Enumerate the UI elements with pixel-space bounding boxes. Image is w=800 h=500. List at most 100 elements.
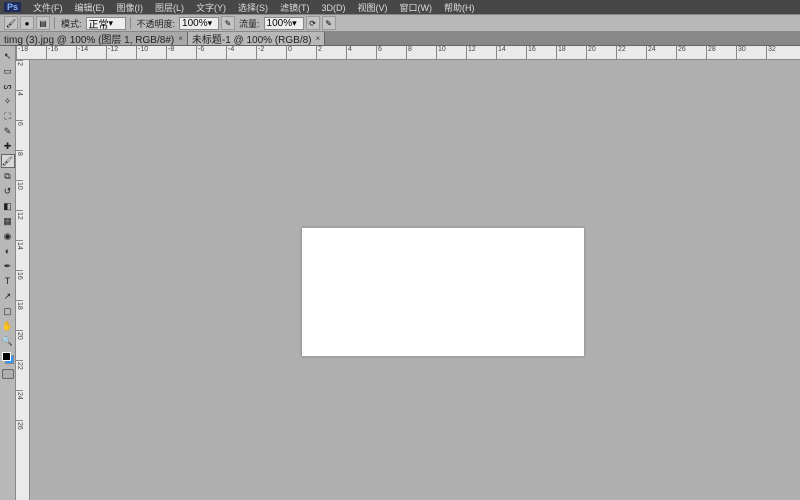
menu-item[interactable]: 图层(L) bbox=[149, 3, 190, 13]
separator bbox=[54, 17, 55, 29]
ruler-tick: 2 bbox=[16, 60, 23, 90]
blur-tool[interactable]: ◉ bbox=[1, 229, 15, 243]
ruler-tick: 22 bbox=[616, 46, 646, 59]
ruler-tick: 26 bbox=[16, 420, 23, 450]
menu-item[interactable]: 文字(Y) bbox=[190, 3, 232, 13]
ruler-tick: -16 bbox=[46, 46, 76, 59]
airbrush-icon[interactable]: ⟳ bbox=[306, 16, 320, 30]
brush-panel-icon[interactable]: ▤ bbox=[36, 16, 50, 30]
ruler-tick: 2 bbox=[316, 46, 346, 59]
ruler-tick: 12 bbox=[466, 46, 496, 59]
flow-input[interactable]: 100% ▾ bbox=[264, 17, 304, 30]
ruler-tick: 22 bbox=[16, 360, 23, 390]
ruler-tick: 4 bbox=[16, 90, 23, 120]
hand-tool[interactable]: ✋ bbox=[1, 319, 15, 333]
healing-tool[interactable]: ✚ bbox=[1, 139, 15, 153]
move-tool[interactable]: ↖ bbox=[1, 49, 15, 63]
document-tab[interactable]: timg (3).jpg @ 100% (图层 1, RGB/8#) × bbox=[0, 32, 188, 45]
pressure-size-icon[interactable]: ✎ bbox=[322, 16, 336, 30]
horizontal-ruler: -18-16-14-12-10-8-6-4-202468101214161820… bbox=[16, 46, 800, 60]
mode-select[interactable]: 正常 ▾ bbox=[86, 17, 126, 30]
ruler-tick: -12 bbox=[106, 46, 136, 59]
menu-item[interactable]: 3D(D) bbox=[316, 3, 352, 13]
ruler-tick: -14 bbox=[76, 46, 106, 59]
ruler-tick: -10 bbox=[136, 46, 166, 59]
tab-label: timg (3).jpg @ 100% (图层 1, RGB/8#) bbox=[4, 31, 174, 46]
ruler-tick: 14 bbox=[496, 46, 526, 59]
brush-tool[interactable]: 🖌 bbox=[1, 154, 15, 168]
ruler-tick: 0 bbox=[286, 46, 316, 59]
path-select-tool[interactable]: ↗ bbox=[1, 289, 15, 303]
pressure-opacity-icon[interactable]: ✎ bbox=[221, 16, 235, 30]
app-logo: Ps bbox=[4, 2, 21, 12]
menu-item[interactable]: 编辑(E) bbox=[69, 3, 111, 13]
eyedropper-tool[interactable]: ✎ bbox=[1, 124, 15, 138]
ruler-tick: 20 bbox=[586, 46, 616, 59]
ruler-tick: 4 bbox=[346, 46, 376, 59]
ruler-tick: 8 bbox=[406, 46, 436, 59]
dodge-tool[interactable]: ◐ bbox=[1, 244, 15, 258]
menu-item[interactable]: 文件(F) bbox=[27, 3, 69, 13]
menu-item[interactable]: 视图(V) bbox=[352, 3, 394, 13]
ruler-tick: -4 bbox=[226, 46, 256, 59]
history-brush-tool[interactable]: ↺ bbox=[1, 184, 15, 198]
ruler-tick: 14 bbox=[16, 240, 23, 270]
gradient-tool[interactable]: ▦ bbox=[1, 214, 15, 228]
eraser-tool[interactable]: ◧ bbox=[1, 199, 15, 213]
ruler-tick: 6 bbox=[376, 46, 406, 59]
ruler-tick: 20 bbox=[16, 330, 23, 360]
menu-item[interactable]: 帮助(H) bbox=[438, 3, 481, 13]
brush-preset-icon[interactable]: ● bbox=[20, 16, 34, 30]
mode-label: 模式: bbox=[59, 17, 84, 30]
document-tab-bar: timg (3).jpg @ 100% (图层 1, RGB/8#) × 未标题… bbox=[0, 32, 800, 46]
tab-label: 未标题-1 @ 100% (RGB/8) bbox=[192, 31, 312, 46]
ruler-tick: 32 bbox=[766, 46, 796, 59]
pen-tool[interactable]: ✒ bbox=[1, 259, 15, 273]
ruler-tick: 16 bbox=[526, 46, 556, 59]
ruler-tick: 28 bbox=[706, 46, 736, 59]
zoom-tool[interactable]: 🔍 bbox=[1, 334, 15, 348]
menu-item[interactable]: 选择(S) bbox=[232, 3, 274, 13]
foreground-color[interactable] bbox=[2, 352, 11, 361]
opacity-input[interactable]: 100% ▾ bbox=[179, 17, 219, 30]
menu-item[interactable]: 图像(I) bbox=[111, 3, 150, 13]
ruler-tick: 24 bbox=[646, 46, 676, 59]
ruler-tick: 24 bbox=[16, 390, 23, 420]
quick-mask-icon[interactable] bbox=[2, 369, 14, 379]
ruler-tick: 26 bbox=[676, 46, 706, 59]
ruler-tick: -2 bbox=[256, 46, 286, 59]
separator bbox=[130, 17, 131, 29]
ruler-tick: 6 bbox=[16, 120, 23, 150]
flow-label: 流量: bbox=[237, 17, 262, 30]
close-icon[interactable]: × bbox=[316, 34, 321, 43]
menu-item[interactable]: 滤镜(T) bbox=[274, 3, 316, 13]
menu-bar: Ps 文件(F)编辑(E)图像(I)图层(L)文字(Y)选择(S)滤镜(T)3D… bbox=[0, 0, 800, 14]
rectangle-tool[interactable]: ▢ bbox=[1, 304, 15, 318]
vertical-ruler: 2468101214161820222426 bbox=[16, 60, 30, 500]
document-canvas[interactable] bbox=[302, 228, 584, 356]
ruler-tick: 18 bbox=[556, 46, 586, 59]
color-swatches[interactable] bbox=[2, 352, 14, 364]
ruler-tick: -8 bbox=[166, 46, 196, 59]
ruler-tick: -6 bbox=[196, 46, 226, 59]
ruler-tick: 18 bbox=[16, 300, 23, 330]
tools-panel: ↖▭ᔕ✧⛶✎✚🖌⧉↺◧▦◉◐✒T↗▢✋🔍 bbox=[0, 46, 16, 500]
opacity-label: 不透明度: bbox=[135, 17, 178, 30]
close-icon[interactable]: × bbox=[178, 34, 183, 43]
ruler-tick: 10 bbox=[436, 46, 466, 59]
menu-item[interactable]: 窗口(W) bbox=[394, 3, 439, 13]
type-tool[interactable]: T bbox=[1, 274, 15, 288]
magic-wand-tool[interactable]: ✧ bbox=[1, 94, 15, 108]
ruler-tick: 30 bbox=[736, 46, 766, 59]
ruler-tick: 12 bbox=[16, 210, 23, 240]
ruler-tick: 10 bbox=[16, 180, 23, 210]
lasso-tool[interactable]: ᔕ bbox=[1, 79, 15, 93]
tool-preset-icon[interactable]: 🖌 bbox=[4, 16, 18, 30]
ruler-tick: 16 bbox=[16, 270, 23, 300]
marquee-tool[interactable]: ▭ bbox=[1, 64, 15, 78]
document-tab[interactable]: 未标题-1 @ 100% (RGB/8) × bbox=[188, 32, 325, 45]
ruler-tick: -18 bbox=[16, 46, 46, 59]
crop-tool[interactable]: ⛶ bbox=[1, 109, 15, 123]
clone-tool[interactable]: ⧉ bbox=[1, 169, 15, 183]
ruler-tick: 8 bbox=[16, 150, 23, 180]
